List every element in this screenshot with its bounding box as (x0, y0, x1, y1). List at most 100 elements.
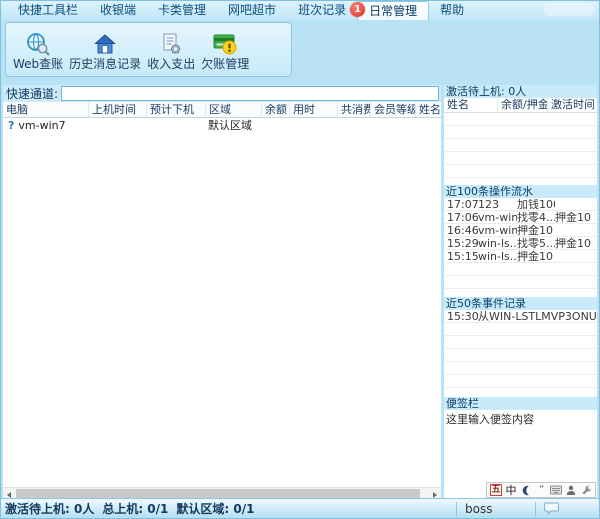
quick-channel-label: 快速通道: (3, 85, 61, 102)
debt-management-label: 欠账管理 (201, 57, 249, 72)
col-total-spent[interactable]: 共消费 (337, 102, 370, 117)
punctuation-icon[interactable]: ’’ (535, 484, 547, 496)
status-bar: 激活待上机: 0人总上机: 0/1 默认区域: 0/1 boss (1, 498, 599, 518)
computer-name: vm-win7 (18, 119, 65, 132)
op-extra: 押金10 (555, 211, 597, 224)
operations-list: 17:07 123 加钱100 17:06 vm-win7 找零4... 押金1… (444, 198, 597, 297)
col-start-time[interactable]: 上机时间 (88, 102, 146, 117)
tab-daily-management[interactable]: 日常管理 (357, 1, 429, 20)
computer-list-panel: 快速通道: 电脑 上机时间 预计下机 区域 余额 用时 共消费 会员等级 姓名 … (3, 85, 441, 500)
main-area: 快速通道: 电脑 上机时间 预计下机 区域 余额 用时 共消费 会员等级 姓名 … (1, 80, 599, 500)
op-action: 押金10 (517, 250, 555, 263)
status-total-online: 总上机: 0/1 (102, 502, 168, 516)
col-name[interactable]: 姓名 (415, 102, 441, 117)
op-time: 16:46 (444, 224, 478, 237)
message-bubble-icon[interactable] (536, 502, 559, 515)
op-extra (555, 198, 597, 211)
operations-header: 近100条操作流水 (444, 185, 597, 198)
tab-cashier[interactable]: 收银端 (89, 1, 147, 20)
col-computer[interactable]: 电脑 (3, 102, 88, 117)
op-action: 找零4... (517, 211, 555, 224)
op-time: 17:06 (444, 211, 478, 224)
half-full-width-moon-icon[interactable] (520, 484, 532, 496)
web-audit-button[interactable]: Web查账 (10, 30, 66, 73)
question-icon: ? (8, 119, 14, 132)
op-action: 加钱100 (517, 198, 555, 211)
activity-panel: 激活待上机: 0人 姓名 余额/押金 激活时间 近100条操作流水 17:07 … (444, 85, 597, 500)
op-time: 15:29 (444, 237, 478, 250)
chinese-mode-icon[interactable]: 中 (505, 484, 517, 496)
operation-row[interactable]: 15:15 win-ls.. 押金10 (444, 250, 597, 263)
activation-table-body (444, 113, 597, 185)
app-window: 快捷工具栏 收银端 卡类管理 网吧超市 班次记录 1 日常管理 帮助 (0, 0, 600, 519)
col-member-level[interactable]: 会员等级 (370, 102, 415, 117)
computer-region: 默认区域 (205, 118, 261, 133)
quick-channel-input[interactable] (61, 86, 439, 101)
operation-row[interactable]: 16:46 vm-win7 押金10 (444, 224, 597, 237)
web-audit-label: Web查账 (13, 57, 63, 72)
home-icon (93, 31, 117, 57)
op-extra: 押金10 (555, 237, 597, 250)
event-text: 从WIN-LSTLMVP3ONU解锁 (478, 310, 597, 323)
status-default-region: 默认区域: 0/1 (176, 502, 254, 516)
status-summary: 激活待上机: 0人总上机: 0/1 默认区域: 0/1 (1, 500, 262, 517)
col-duration[interactable]: 用时 (289, 102, 337, 117)
ime-language-bar: 五 中 ’’ (486, 482, 596, 498)
wrench-icon[interactable] (580, 484, 592, 496)
tab-shift-records[interactable]: 班次记录 1 (287, 1, 357, 20)
activation-waiting-header: 激活待上机: 0人 (444, 85, 597, 98)
income-expense-icon (159, 31, 183, 57)
history-messages-label: 历史消息记录 (69, 57, 141, 72)
tab-cafe-market[interactable]: 网吧超市 (217, 1, 287, 20)
debt-management-button[interactable]: 欠账管理 (198, 30, 252, 73)
col-expected-end[interactable]: 预计下机 (146, 102, 205, 117)
op-action: 押金10 (517, 224, 555, 237)
computer-table-header: 电脑 上机时间 预计下机 区域 余额 用时 共消费 会员等级 姓名 (3, 102, 441, 118)
logged-in-user: boss (457, 502, 535, 516)
op-extra (555, 224, 597, 237)
col-balance[interactable]: 余额 (261, 102, 289, 117)
income-expense-button[interactable]: 收入支出 (144, 30, 198, 73)
keyboard-icon[interactable] (550, 484, 562, 496)
income-expense-label: 收入支出 (147, 57, 195, 72)
op-time: 17:07 (444, 198, 478, 211)
op-action: 找零5... (517, 237, 555, 250)
notification-badge: 1 (350, 2, 365, 17)
tab-card-management[interactable]: 卡类管理 (147, 1, 217, 20)
op-name: vm-win7 (478, 211, 517, 224)
window-skin-highlight (543, 3, 595, 16)
quick-channel-bar: 快速通道: (3, 85, 441, 102)
col-act-balance[interactable]: 余额/押金 (497, 98, 547, 112)
computer-table-body: ? vm-win7 默认区域 (3, 118, 441, 487)
event-row[interactable]: 15:30 从WIN-LSTLMVP3ONU解锁 (444, 310, 597, 323)
ribbon-group: Web查账 历史消息记录 (5, 22, 292, 77)
operation-row[interactable]: 17:07 123 加钱100 (444, 198, 597, 211)
operation-row[interactable]: 17:06 vm-win7 找零4... 押金10 (444, 211, 597, 224)
events-list: 15:30 从WIN-LSTLMVP3ONU解锁 (444, 310, 597, 397)
col-act-time[interactable]: 激活时间 (547, 98, 597, 112)
col-region[interactable]: 区域 (205, 102, 261, 117)
op-name: 123 (478, 198, 517, 211)
activation-table-header: 姓名 余额/押金 激活时间 (444, 98, 597, 113)
note-placeholder: 这里输入便签内容 (444, 410, 597, 428)
tab-help[interactable]: 帮助 (429, 1, 475, 20)
note-header: 便签栏 (444, 397, 597, 410)
ribbon: Web查账 历史消息记录 (1, 20, 599, 80)
op-name: win-ls.. (478, 237, 517, 250)
operation-row[interactable]: 15:29 win-ls.. 找零5... 押金10 (444, 237, 597, 250)
person-icon[interactable] (565, 484, 577, 496)
note-area[interactable]: 这里输入便签内容 五 中 ’’ (444, 410, 597, 500)
history-messages-button[interactable]: 历史消息记录 (66, 30, 144, 73)
tab-quick-tools[interactable]: 快捷工具栏 (7, 1, 89, 20)
status-activation: 激活待上机: 0人 (5, 502, 94, 516)
web-search-icon (26, 31, 50, 57)
events-header: 近50条事件记录 (444, 297, 597, 310)
computer-row[interactable]: ? vm-win7 默认区域 (3, 118, 441, 132)
col-act-name[interactable]: 姓名 (444, 98, 497, 112)
event-time: 15:30 (444, 310, 478, 323)
op-name: win-ls.. (478, 250, 517, 263)
debt-warning-icon (213, 31, 238, 57)
tab-bar: 快捷工具栏 收银端 卡类管理 网吧超市 班次记录 1 日常管理 帮助 (1, 1, 599, 20)
op-extra (555, 250, 597, 263)
wubi-input-icon[interactable]: 五 (490, 484, 502, 496)
